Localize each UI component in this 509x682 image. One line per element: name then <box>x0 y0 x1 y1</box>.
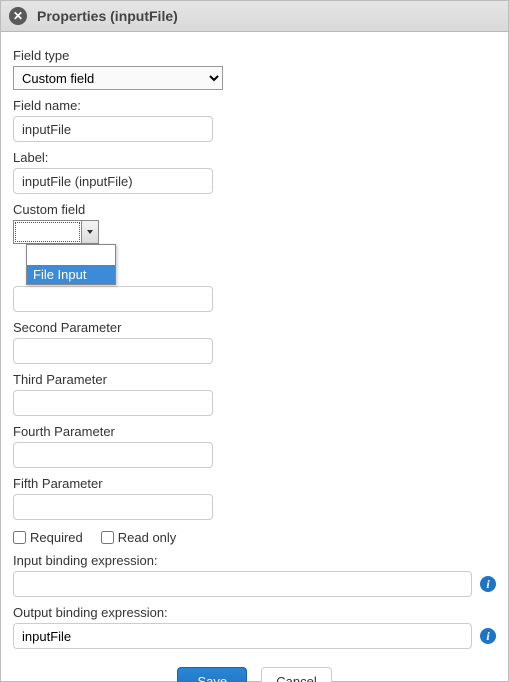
output-binding-label: Output binding expression: <box>13 605 496 620</box>
required-label: Required <box>30 530 83 545</box>
input-binding-label: Input binding expression: <box>13 553 496 568</box>
third-parameter-input[interactable] <box>13 390 213 416</box>
custom-field-select[interactable] <box>13 220 99 244</box>
label-input[interactable] <box>13 168 213 194</box>
second-parameter-input[interactable] <box>13 338 213 364</box>
custom-field-label: Custom field <box>13 202 496 217</box>
info-icon[interactable]: i <box>480 628 496 644</box>
field-type-label: Field type <box>13 48 496 63</box>
titlebar: ✕ Properties (inputFile) <box>1 1 508 32</box>
readonly-checkbox[interactable] <box>101 531 114 544</box>
field-name-input[interactable] <box>13 116 213 142</box>
label-label: Label: <box>13 150 496 165</box>
fourth-parameter-label: Fourth Parameter <box>13 424 496 439</box>
chevron-down-icon[interactable] <box>81 221 98 243</box>
fifth-parameter-label: Fifth Parameter <box>13 476 496 491</box>
dialog-title: Properties (inputFile) <box>37 8 178 24</box>
input-binding-input[interactable] <box>13 571 472 597</box>
dropdown-option-file-input[interactable]: File Input <box>27 265 115 284</box>
third-parameter-label: Third Parameter <box>13 372 496 387</box>
second-parameter-label: Second Parameter <box>13 320 496 335</box>
first-parameter-input[interactable] <box>13 286 213 312</box>
required-checkbox-wrap[interactable]: Required <box>13 530 83 545</box>
close-icon[interactable]: ✕ <box>9 7 27 25</box>
save-button[interactable]: Save <box>177 667 247 682</box>
button-row: Save Cancel <box>13 667 496 682</box>
fifth-parameter-input[interactable] <box>13 494 213 520</box>
cancel-button[interactable]: Cancel <box>261 667 331 682</box>
readonly-label: Read only <box>118 530 177 545</box>
readonly-checkbox-wrap[interactable]: Read only <box>101 530 177 545</box>
info-icon[interactable]: i <box>480 576 496 592</box>
dialog-body: Field type Custom field Field name: Labe… <box>1 32 508 682</box>
fourth-parameter-input[interactable] <box>13 442 213 468</box>
dropdown-option-empty[interactable] <box>27 245 115 265</box>
required-checkbox[interactable] <box>13 531 26 544</box>
properties-dialog: ✕ Properties (inputFile) Field type Cust… <box>0 0 509 682</box>
field-name-label: Field name: <box>13 98 496 113</box>
custom-field-dropdown[interactable]: File Input <box>26 244 116 285</box>
field-type-select[interactable]: Custom field <box>13 66 223 90</box>
custom-field-select-input[interactable] <box>15 222 80 242</box>
output-binding-input[interactable] <box>13 623 472 649</box>
